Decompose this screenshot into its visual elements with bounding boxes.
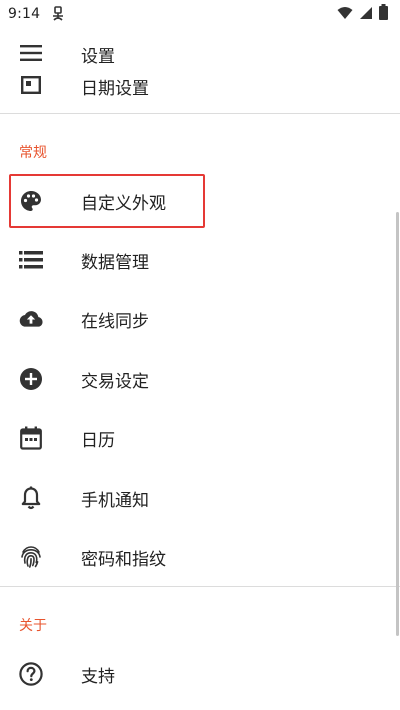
divider [0, 586, 400, 587]
password-fingerprint-label: 密码和指纹 [81, 550, 166, 570]
online-sync-label: 在线同步 [81, 312, 149, 332]
data-management-label: 数据管理 [81, 253, 149, 273]
date-settings-item[interactable]: 日期设置 [0, 70, 400, 100]
page-title: 设置 [81, 47, 115, 67]
section-title-about: 关于 [19, 618, 47, 634]
notification-icon [50, 6, 66, 22]
menu-item-calendar[interactable]: 日历 [0, 410, 396, 466]
highlight-box [9, 174, 205, 228]
storage-icon [19, 248, 43, 272]
transaction-settings-label: 交易设定 [81, 372, 149, 392]
signal-icon [359, 5, 373, 24]
wifi-icon [337, 5, 353, 24]
menu-icon[interactable] [19, 41, 43, 65]
bell-icon [19, 486, 43, 510]
menu-item-transaction-settings[interactable]: 交易设定 [0, 351, 396, 407]
status-indicators [337, 4, 388, 24]
section-title-general: 常规 [19, 145, 47, 161]
date-box-icon [19, 73, 43, 97]
cloud-upload-icon [19, 307, 43, 331]
phone-notification-label: 手机通知 [81, 491, 149, 511]
settings-header: 设置 [0, 38, 400, 68]
settings-screen: 9:14 设置 日期设置 常规 自定义外观 数据管理 在线同步 交易设定 日历 … [0, 0, 400, 710]
menu-item-support[interactable]: 支持 [0, 646, 396, 702]
calendar-label: 日历 [81, 431, 115, 451]
help-circle-icon [19, 662, 43, 686]
scrollbar[interactable] [396, 212, 399, 636]
menu-item-phone-notification[interactable]: 手机通知 [0, 470, 396, 526]
status-bar: 9:14 [0, 0, 400, 30]
fingerprint-icon [19, 545, 43, 569]
add-circle-icon [19, 367, 43, 391]
divider [0, 113, 400, 114]
support-label: 支持 [81, 667, 115, 687]
calendar-icon [19, 426, 43, 450]
menu-item-password-fingerprint[interactable]: 密码和指纹 [0, 529, 396, 585]
battery-icon [379, 4, 388, 24]
menu-item-data-management[interactable]: 数据管理 [0, 232, 396, 288]
status-time: 9:14 [8, 6, 41, 22]
menu-item-online-sync[interactable]: 在线同步 [0, 291, 396, 347]
date-settings-label: 日期设置 [81, 79, 149, 99]
